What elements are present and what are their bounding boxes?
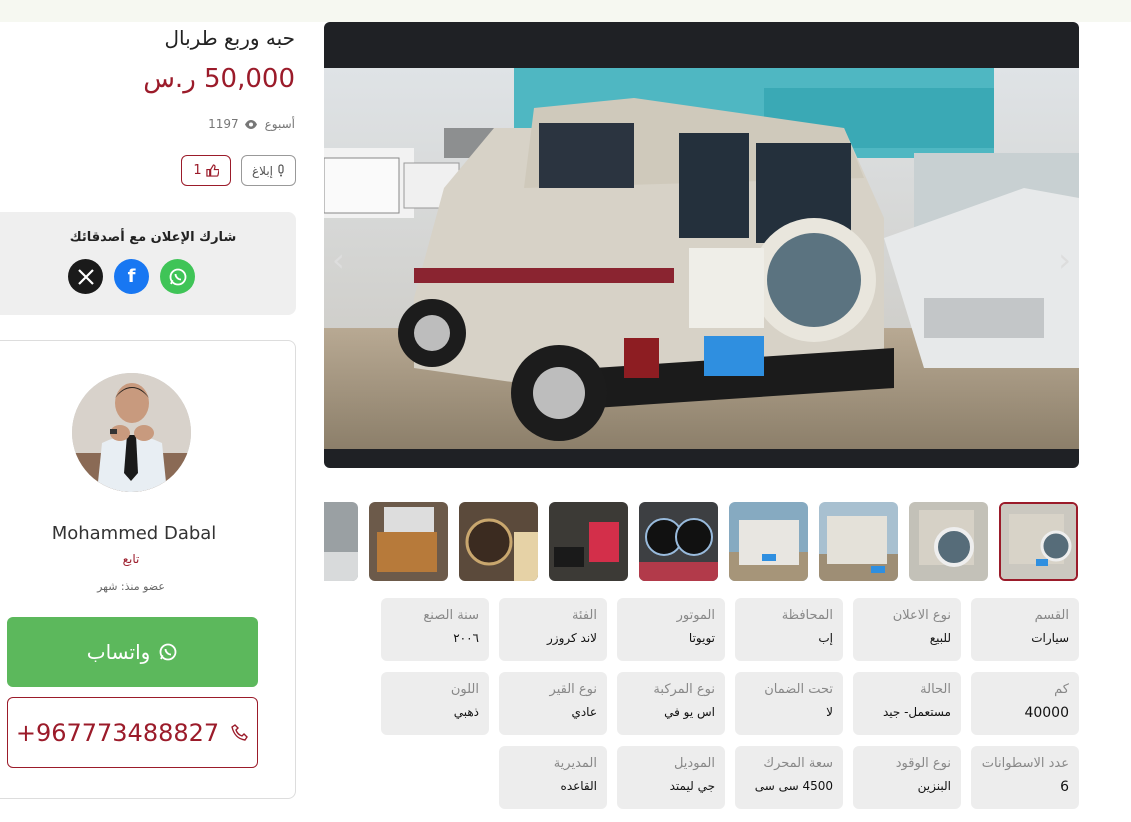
thumbnail[interactable] [324, 502, 358, 581]
detail-value: مستعمل- جيد [882, 705, 951, 719]
detail-value: لاند كروزر [546, 631, 597, 645]
thumbnail[interactable] [369, 502, 448, 581]
thumbnail[interactable] [549, 502, 628, 581]
detail-label: تحت الضمان [764, 682, 833, 697]
report-label: إبلاغ [252, 163, 273, 178]
next-photo-button[interactable]: › [1058, 241, 1071, 279]
detail-card: كم 40000 [971, 672, 1079, 735]
detail-card: سعة المحرك 4500 سى سى [735, 746, 843, 809]
detail-label: نوع المركبة [653, 682, 715, 697]
detail-label: نوع القير [549, 682, 597, 697]
whatsapp-label: واتساب [86, 640, 151, 664]
listing-price: 50,000 ر.س [143, 64, 295, 94]
listing-meta: أسبوع 1197 [208, 117, 295, 131]
share-icons: f [68, 259, 195, 294]
detail-card: المحافظة إب [735, 598, 843, 661]
seller-card: Mohammed Dabal تابع عضو منذ: شهر واتساب … [0, 340, 296, 799]
thumbnail-active[interactable] [999, 502, 1078, 581]
thumbnail-strip [324, 502, 1079, 581]
detail-value: إب [818, 631, 833, 645]
main-photo[interactable] [324, 68, 1079, 449]
views-count: 1197 [208, 117, 239, 131]
thumbnail[interactable] [729, 502, 808, 581]
listing-title: حبه وربع طربال [164, 26, 295, 50]
thumbs-up-icon [205, 164, 219, 177]
share-title: شارك الإعلان مع أصدقائك [69, 230, 237, 245]
like-count: 1 [193, 163, 202, 178]
report-button[interactable]: إبلاغ [241, 155, 296, 186]
detail-label: نوع الوقود [895, 756, 951, 771]
views-counter: 1197 [208, 117, 257, 131]
detail-card: الموديل جي ليمتد [617, 746, 725, 809]
detail-label: القسم [1034, 608, 1069, 623]
detail-value: البنزين [917, 779, 951, 793]
detail-label: نوع الاعلان [892, 608, 951, 623]
detail-value: جي ليمتد [669, 779, 715, 793]
detail-value: تويوتا [688, 631, 715, 645]
facebook-icon[interactable]: f [114, 259, 149, 294]
detail-card: نوع الاعلان للبيع [853, 598, 961, 661]
detail-value: لا [826, 705, 833, 719]
listing-age: أسبوع [264, 117, 295, 131]
detail-label: سنة الصنع [423, 608, 479, 623]
detail-card: الفئة لاند كروزر [499, 598, 607, 661]
detail-label: المحافظة [781, 608, 833, 623]
detail-value: عادي [571, 705, 597, 719]
detail-value: للبيع [929, 631, 951, 645]
thumbnail[interactable] [639, 502, 718, 581]
detail-value: 40000 [1024, 705, 1069, 721]
thumbnail[interactable] [459, 502, 538, 581]
prev-photo-button[interactable]: ‹ [332, 241, 345, 279]
top-strip [0, 0, 1131, 22]
avatar[interactable] [72, 373, 191, 492]
thumbnail[interactable] [909, 502, 988, 581]
detail-value: 6 [1060, 779, 1069, 795]
eye-icon [244, 119, 257, 129]
detail-label: الفئة [571, 608, 597, 623]
x-icon[interactable] [68, 259, 103, 294]
detail-card: سنة الصنع ٢٠٠٦ [381, 598, 489, 661]
listing-actions: 1 إبلاغ [181, 155, 296, 186]
whatsapp-icon[interactable] [160, 259, 195, 294]
detail-card: الحالة مستعمل- جيد [853, 672, 961, 735]
phone-number: +967773488827 [15, 718, 220, 747]
detail-label: المديرية [553, 756, 597, 771]
detail-value: ذهبي [453, 705, 479, 719]
seller-name: Mohammed Dabal [51, 523, 217, 544]
detail-label: كم [1054, 682, 1069, 697]
detail-value: 4500 سى سى [754, 779, 833, 793]
detail-card: تحت الضمان لا [735, 672, 843, 735]
detail-label: الموديل [673, 756, 715, 771]
detail-value: القاعده [560, 779, 597, 793]
detail-card: نوع القير عادي [499, 672, 607, 735]
phone-button[interactable]: +967773488827 [7, 697, 258, 768]
detail-label: الحالة [920, 682, 951, 697]
detail-value: سيارات [1031, 631, 1069, 645]
whatsapp-icon [159, 643, 177, 661]
detail-label: الموتور [676, 608, 715, 623]
phone-icon [231, 723, 249, 741]
detail-card: المديرية القاعده [499, 746, 607, 809]
like-button[interactable]: 1 [181, 155, 231, 186]
share-box: شارك الإعلان مع أصدقائك f [0, 212, 296, 315]
follow-link[interactable]: تابع [0, 552, 271, 566]
thumbnail[interactable] [819, 502, 898, 581]
detail-card: القسم سيارات [971, 598, 1079, 661]
photo-gallery: ‹ › [324, 22, 1079, 468]
detail-value: اس يو في [664, 705, 715, 719]
detail-value: ٢٠٠٦ [453, 631, 479, 645]
exclamation-icon [278, 164, 284, 177]
detail-label: عدد الاسطوانات [981, 756, 1069, 771]
detail-label: اللون [450, 682, 479, 697]
detail-label: سعة المحرك [763, 756, 833, 771]
detail-card: الموتور تويوتا [617, 598, 725, 661]
detail-card: نوع المركبة اس يو في [617, 672, 725, 735]
detail-card: اللون ذهبي [381, 672, 489, 735]
whatsapp-button[interactable]: واتساب [7, 617, 258, 687]
member-since: عضو منذ: شهر [97, 580, 165, 593]
detail-card: نوع الوقود البنزين [853, 746, 961, 809]
detail-card: عدد الاسطوانات 6 [971, 746, 1079, 809]
